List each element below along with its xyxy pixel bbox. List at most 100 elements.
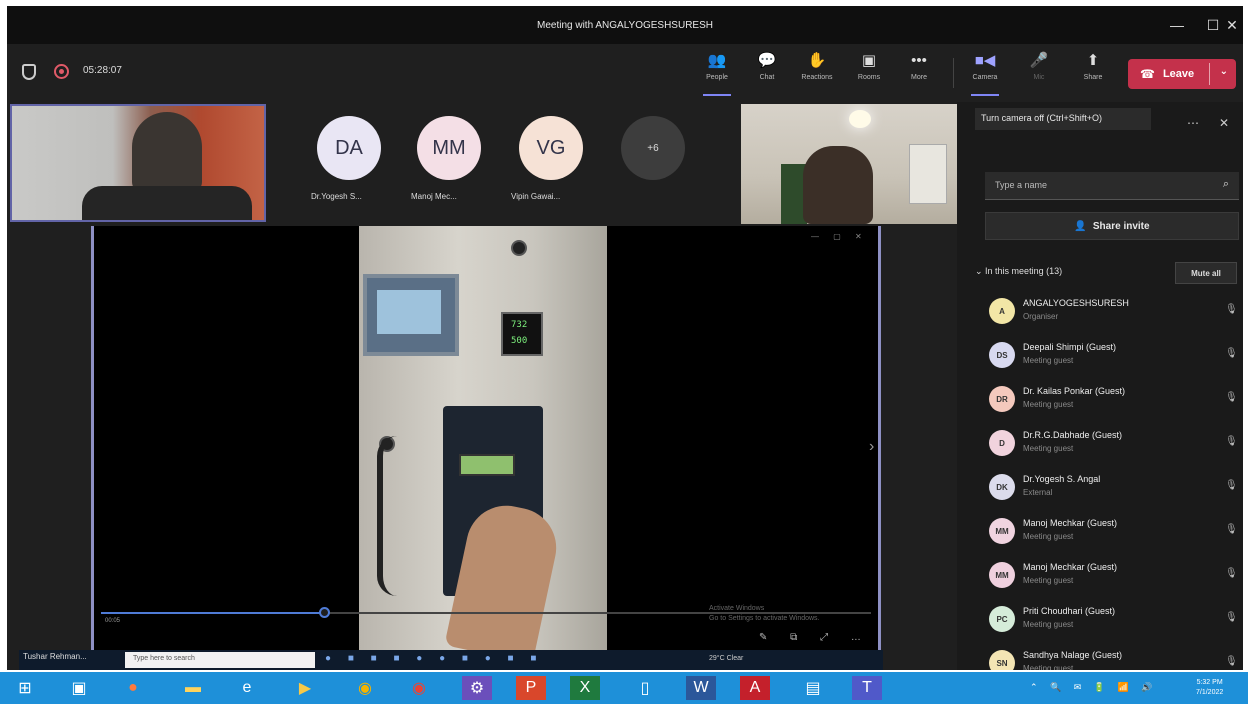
participant-avatar[interactable]: MM xyxy=(417,116,481,180)
minimize-button[interactable]: — xyxy=(1159,6,1195,44)
mic-off-icon: 🎙 xyxy=(1225,392,1238,403)
seek-handle[interactable] xyxy=(319,607,330,618)
recording-icon xyxy=(54,64,69,79)
participant-role: Meeting guest xyxy=(1023,620,1074,629)
temperature-gauge: 732 500 xyxy=(501,312,543,356)
participant-row[interactable]: PC Priti Choudhari (Guest) Meeting guest… xyxy=(957,600,1243,644)
phone-link-icon[interactable]: ▯ xyxy=(630,676,660,700)
chevron-right-icon[interactable]: › xyxy=(869,438,874,456)
edge-icon[interactable]: e xyxy=(232,676,262,700)
seek-progress xyxy=(101,612,325,614)
acrobat-icon[interactable]: A xyxy=(740,676,770,700)
participant-name: Manoj Mechkar (Guest) xyxy=(1023,562,1118,572)
mic-off-icon: 🎙 xyxy=(1225,480,1238,491)
meeting-timer: 05:28:07 xyxy=(83,65,122,76)
reactions-label: Reactions xyxy=(801,74,833,81)
close-button[interactable]: ✕ xyxy=(1221,6,1243,44)
gauge-setpoint: 500 xyxy=(511,336,528,346)
participant-role: Meeting guest xyxy=(1023,444,1074,453)
firefox-icon[interactable]: ● xyxy=(118,676,148,700)
photos-icon[interactable]: ▤ xyxy=(798,676,828,700)
excel-icon[interactable]: X xyxy=(570,676,600,700)
store-icon[interactable]: ▣ xyxy=(64,676,94,700)
system-tray[interactable]: ⌃ 🔍 ✉ 🔋 📶 🔊 xyxy=(1030,682,1157,693)
meeting-toolbar: 05:28:07 👥 People 💬 Chat ✋ Reactions ▣ R… xyxy=(7,44,1243,102)
avatar: A xyxy=(989,298,1015,324)
activate-windows-watermark: Activate Windows Go to Settings to activ… xyxy=(709,604,820,624)
chrome-profile-icon[interactable]: ◉ xyxy=(404,676,434,700)
section-label: In this meeting (13) xyxy=(985,266,1063,276)
chat-button[interactable]: 💬 Chat xyxy=(745,50,789,94)
popout-icon[interactable]: ⋯ xyxy=(1187,116,1199,130)
participant-role: Meeting guest xyxy=(1023,664,1074,670)
player-controls-icon[interactable]: ✎ ⧉ ⤢ … xyxy=(759,632,871,643)
mic-button[interactable]: 🎤 Mic xyxy=(1017,50,1061,94)
participant-avatar[interactable]: VG xyxy=(519,116,583,180)
camera-button[interactable]: ■◀ Camera xyxy=(963,50,1007,96)
participant-name: Deepali Shimpi (Guest) xyxy=(1023,342,1117,352)
panel-screen xyxy=(363,274,459,356)
avatar: D xyxy=(989,430,1015,456)
people-search-input[interactable]: Type a name ⌕ xyxy=(985,172,1239,200)
chrome-icon[interactable]: ◉ xyxy=(350,676,380,700)
clock-time: 5:32 PM xyxy=(1196,679,1223,686)
shield-icon[interactable] xyxy=(22,64,36,80)
people-label: People xyxy=(706,74,728,81)
reactions-button[interactable]: ✋ Reactions xyxy=(795,50,839,94)
remote-video-tile[interactable] xyxy=(741,104,957,224)
participant-row[interactable]: SN Sandhya Nalage (Guest) Meeting guest … xyxy=(957,644,1243,670)
taskbar-clock[interactable]: 5:32 PM 7/1/2022 xyxy=(1196,678,1223,698)
participant-row[interactable]: MM Manoj Mechkar (Guest) Meeting guest 🎙 xyxy=(957,556,1243,600)
people-panel: Turn camera off (Ctrl+Shift+O) ⋯ ✕ Type … xyxy=(957,102,1243,670)
video-player[interactable]: — ▢ ✕ 732 500 00:05 › Activate Windows G… xyxy=(91,226,881,656)
mic-off-icon: 🎙 xyxy=(1225,656,1238,667)
share-button[interactable]: ⬆ Share xyxy=(1071,50,1115,94)
mute-all-button[interactable]: Mute all xyxy=(1175,262,1237,284)
media-icon[interactable]: ▶ xyxy=(290,676,320,700)
reactions-icon: ✋ xyxy=(807,52,827,69)
participant-role: Meeting guest xyxy=(1023,576,1074,585)
word-icon[interactable]: W xyxy=(686,676,716,700)
phone-icon: ☎ xyxy=(1140,67,1155,81)
shared-search-box: Type here to search xyxy=(125,652,315,668)
rooms-button[interactable]: ▣ Rooms xyxy=(847,50,891,94)
participant-name: ANGALYOGESHSURESH xyxy=(1023,298,1129,308)
more-button[interactable]: ••• More xyxy=(897,50,941,94)
participant-row[interactable]: DS Deepali Shimpi (Guest) Meeting guest … xyxy=(957,336,1243,380)
playback-time: 00:05 xyxy=(105,618,121,624)
more-participants-button[interactable]: +6 xyxy=(621,116,685,180)
player-edge xyxy=(91,226,94,656)
shared-app-icons: ● ■ ■ ■ ● ● ■ ● ■ ■ xyxy=(325,653,544,664)
in-meeting-section[interactable]: ⌄ In this meeting (13) xyxy=(975,266,1062,277)
leave-divider xyxy=(1209,63,1210,85)
rooms-label: Rooms xyxy=(857,74,881,81)
people-button[interactable]: 👥 People xyxy=(695,50,739,96)
participant-row[interactable]: DK Dr.Yogesh S. Angal External 🎙 xyxy=(957,468,1243,512)
window-controls-icon: — ▢ ✕ xyxy=(811,232,868,241)
share-invite-button[interactable]: 👤 Share invite xyxy=(985,212,1239,240)
windows-start-icon[interactable]: ⊞ xyxy=(10,676,40,700)
chevron-down-icon[interactable]: ⌄ xyxy=(1220,66,1228,77)
participant-row[interactable]: A ANGALYOGESHSURESH Organiser 🎙 xyxy=(957,292,1243,336)
participant-row[interactable]: MM Manoj Mechkar (Guest) Meeting guest 🎙 xyxy=(957,512,1243,556)
folder-icon[interactable]: ▬ xyxy=(178,676,208,700)
close-icon[interactable]: ✕ xyxy=(1219,116,1229,130)
participant-name: Dr.R.G.Dabhade (Guest) xyxy=(1023,430,1123,440)
chat-icon: 💬 xyxy=(757,52,777,69)
powerpoint-icon[interactable]: P xyxy=(516,676,546,700)
settings-icon[interactable]: ⚙ xyxy=(462,676,492,700)
teams-icon[interactable]: T xyxy=(852,676,882,700)
player-edge xyxy=(878,226,881,656)
rooms-icon: ▣ xyxy=(861,52,877,69)
video-person-body xyxy=(82,186,252,220)
leave-button[interactable]: ☎ Leave ⌄ xyxy=(1128,59,1236,89)
self-video-tile[interactable] xyxy=(10,104,266,222)
person-add-icon: 👤 xyxy=(1074,220,1087,232)
participant-avatar[interactable]: DA xyxy=(317,116,381,180)
participant-row[interactable]: DR Dr. Kailas Ponkar (Guest) Meeting gue… xyxy=(957,380,1243,424)
camera-icon: ■◀ xyxy=(974,52,996,69)
participant-strip: DA Dr.Yogesh S... MM Manoj Mec... VG Vip… xyxy=(7,102,957,226)
participant-row[interactable]: D Dr.R.G.Dabhade (Guest) Meeting guest 🎙 xyxy=(957,424,1243,468)
leave-label: Leave xyxy=(1162,68,1195,80)
toolbar-divider xyxy=(953,58,954,88)
